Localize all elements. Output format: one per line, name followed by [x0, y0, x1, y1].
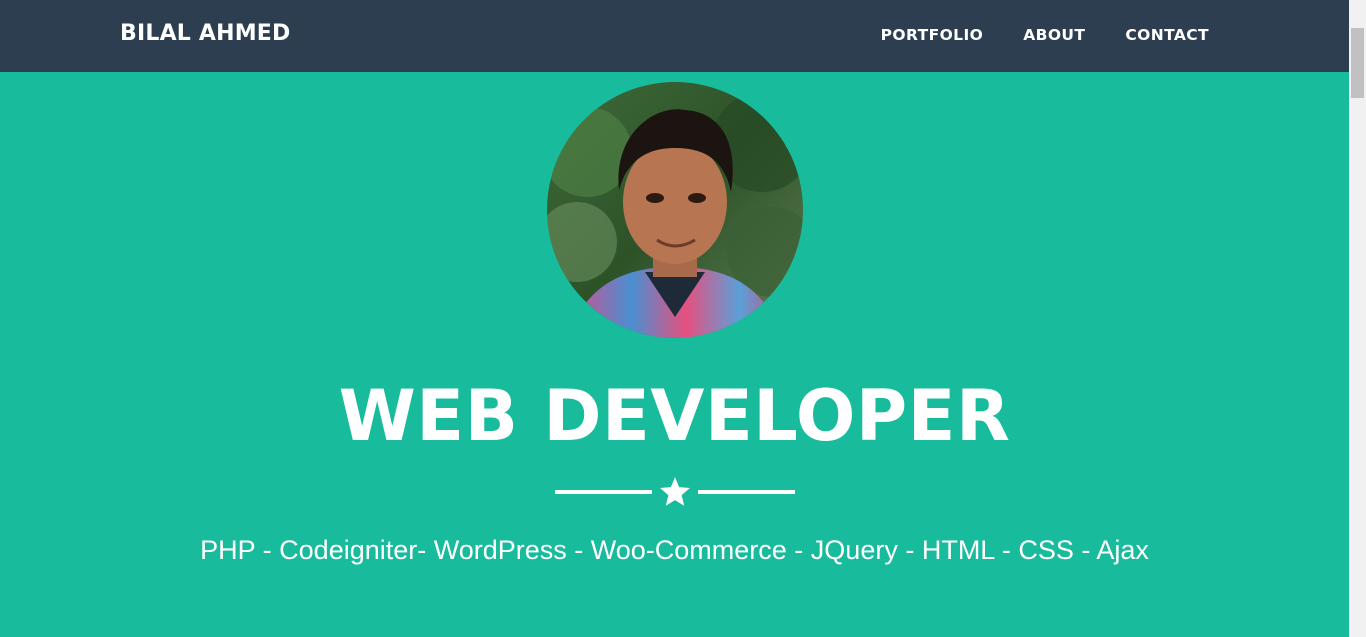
divider-line-left	[555, 490, 652, 494]
star-divider	[555, 475, 795, 509]
hero-title: WEB DEVELOPER	[338, 375, 1011, 457]
nav-link-portfolio[interactable]: PORTFOLIO	[881, 26, 984, 44]
hero-section: WEB DEVELOPER PHP - Codeigniter- WordPre…	[0, 72, 1349, 637]
profile-photo	[547, 82, 803, 338]
divider-line-right	[698, 490, 795, 494]
page: BILAL AHMED PORTFOLIO ABOUT CONTACT WEB …	[0, 0, 1366, 637]
nav-link-about[interactable]: ABOUT	[1023, 26, 1085, 44]
nav-links: PORTFOLIO ABOUT CONTACT	[881, 26, 1209, 44]
skills-subtitle: PHP - Codeigniter- WordPress - Woo-Comme…	[200, 535, 1149, 565]
brand-link[interactable]: BILAL AHMED	[120, 21, 291, 46]
star-icon	[660, 477, 690, 506]
scrollbar-thumb[interactable]	[1351, 28, 1364, 98]
vertical-scrollbar[interactable]	[1349, 0, 1366, 637]
nav-link-contact[interactable]: CONTACT	[1125, 26, 1209, 44]
navbar: BILAL AHMED PORTFOLIO ABOUT CONTACT	[0, 0, 1349, 72]
